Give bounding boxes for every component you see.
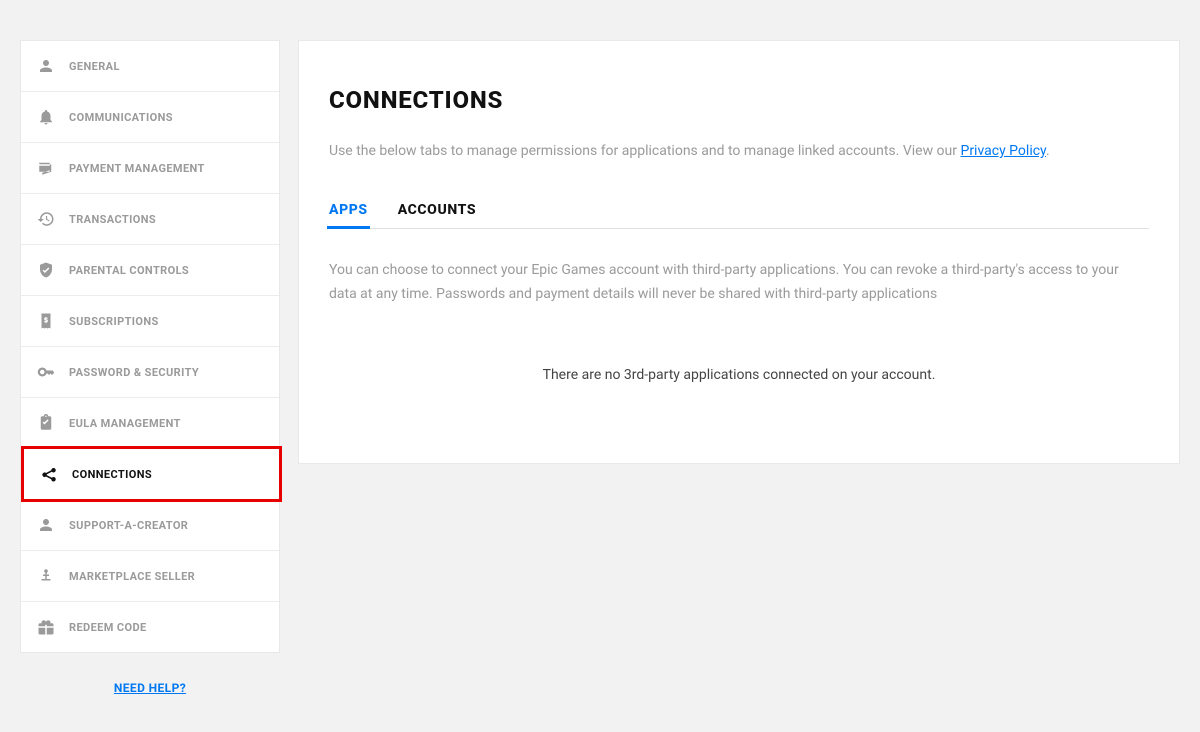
bell-icon [37,108,55,126]
settings-sidebar: GENERAL COMMUNICATIONS PAYMENT MANAGEMEN… [20,40,280,653]
sidebar-item-redeem[interactable]: REDEEM CODE [21,602,279,652]
sidebar-item-transactions[interactable]: TRANSACTIONS [21,194,279,245]
tabs: APPS ACCOUNTS [329,192,1149,229]
receipt-icon [37,312,55,330]
tab-accounts[interactable]: ACCOUNTS [398,192,476,228]
shield-icon [37,261,55,279]
person-icon [37,516,55,534]
tab-apps[interactable]: APPS [329,192,368,228]
need-help: NEED HELP? [20,677,280,696]
apps-description: You can choose to connect your Epic Game… [329,259,1149,307]
sidebar-item-marketplace[interactable]: MARKETPLACE SELLER [21,551,279,602]
sidebar-item-connections[interactable]: CONNECTIONS [21,449,279,500]
history-icon [37,210,55,228]
sidebar-item-parental[interactable]: PARENTAL CONTROLS [21,245,279,296]
sidebar-item-label: GENERAL [69,60,120,73]
page-title: CONNECTIONS [329,86,1149,114]
sidebar-item-label: COMMUNICATIONS [69,111,173,124]
share-icon [40,465,58,483]
sidebar-item-payment[interactable]: PAYMENT MANAGEMENT [21,143,279,194]
sidebar-item-label: EULA MANAGEMENT [69,417,181,430]
sidebar-item-password[interactable]: PASSWORD & SECURITY [21,347,279,398]
sidebar-item-communications[interactable]: COMMUNICATIONS [21,92,279,143]
page-description: Use the below tabs to manage permissions… [329,140,1149,162]
sidebar-item-general[interactable]: GENERAL [21,41,279,92]
empty-state: There are no 3rd-party applications conn… [329,367,1149,383]
sidebar-item-eula[interactable]: EULA MANAGEMENT [21,398,279,449]
sidebar-item-subscriptions[interactable]: SUBSCRIPTIONS [21,296,279,347]
main-panel: CONNECTIONS Use the below tabs to manage… [298,40,1180,464]
sidebar-item-support-creator[interactable]: SUPPORT-A-CREATOR [21,500,279,551]
clipboard-icon [37,414,55,432]
sidebar-item-label: REDEEM CODE [69,621,147,634]
sidebar-item-label: MARKETPLACE SELLER [69,570,195,583]
sidebar-item-label: TRANSACTIONS [69,213,156,226]
seller-icon [37,567,55,585]
payment-icon [37,159,55,177]
gift-icon [37,618,55,636]
need-help-link[interactable]: NEED HELP? [114,681,186,695]
sidebar-item-label: CONNECTIONS [72,468,152,481]
sidebar-item-label: PARENTAL CONTROLS [69,264,189,277]
sidebar-item-label: PASSWORD & SECURITY [69,366,199,379]
sidebar-item-label: PAYMENT MANAGEMENT [69,162,205,175]
key-icon [37,363,55,381]
sidebar-item-label: SUPPORT-A-CREATOR [69,519,188,532]
sidebar-item-label: SUBSCRIPTIONS [69,315,159,328]
privacy-policy-link[interactable]: Privacy Policy [960,143,1045,159]
person-icon [37,57,55,75]
